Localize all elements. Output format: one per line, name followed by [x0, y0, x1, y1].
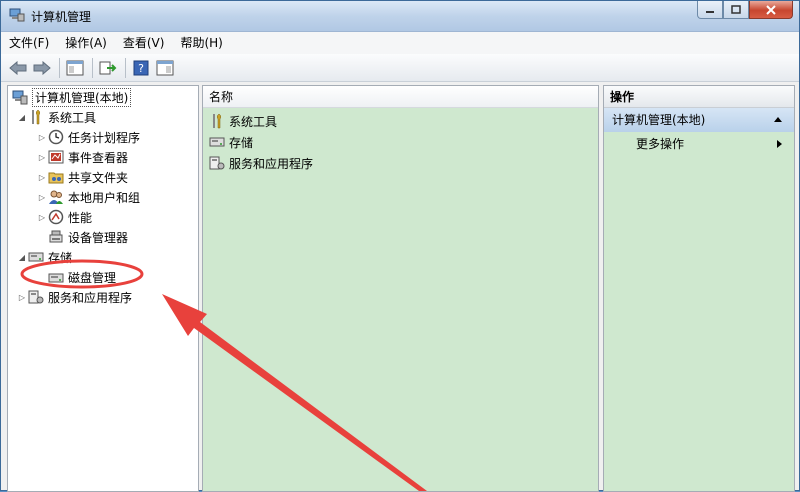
expanded-triangle-icon[interactable]: ◢ [16, 113, 28, 122]
tree-item-label: 共享文件夹 [68, 170, 129, 185]
tree-item-device-manager[interactable]: 设备管理器 [36, 227, 128, 247]
list-item-label: 服务和应用程序 [229, 156, 314, 171]
tree-item-system-tools[interactable]: ◢ 系统工具 [16, 107, 96, 127]
actions-section-label: 计算机管理(本地) [612, 113, 706, 127]
shared-folder-icon [48, 172, 64, 184]
clock-icon [48, 129, 64, 145]
results-pane[interactable]: 名称 系统工具 存储 服务和应用程序 [202, 85, 599, 492]
list-item[interactable]: 服务和应用程序 [209, 153, 313, 173]
storage-icon [28, 252, 44, 262]
services-icon [28, 290, 44, 304]
show-hide-tree-button[interactable] [64, 57, 86, 79]
menu-bar: 文件(F) 操作(A) 查看(V) 帮助(H) [1, 32, 799, 54]
services-icon [209, 156, 225, 170]
tree-root[interactable]: 计算机管理(本地) [12, 87, 132, 107]
tree-item-task-scheduler[interactable]: ▷ 任务计划程序 [36, 127, 140, 147]
performance-icon [48, 209, 64, 225]
help-button[interactable]: ? [130, 57, 152, 79]
menu-action[interactable]: 操作(A) [57, 32, 115, 54]
toolbar: ? [1, 54, 799, 82]
tree-item-performance[interactable]: ▷ 性能 [36, 207, 92, 227]
close-icon [766, 4, 776, 15]
export-icon [99, 61, 117, 74]
tree-item-label: 性能 [68, 210, 93, 225]
list-item-label: 存储 [229, 135, 254, 150]
window-title: 计算机管理 [31, 10, 92, 24]
tree-item-label: 本地用户和组 [68, 190, 141, 205]
back-button[interactable] [7, 57, 29, 79]
tools-icon [213, 113, 222, 129]
tree-item-label: 磁盘管理 [68, 270, 117, 285]
list-item-label: 系统工具 [229, 114, 278, 129]
tree-root-label: 计算机管理(本地) [32, 87, 132, 107]
tree-item-label: 存储 [48, 250, 73, 265]
users-icon [49, 190, 63, 204]
actions-header: 操作 [604, 86, 794, 108]
tree-item-storage[interactable]: ◢ 存储 [16, 247, 72, 267]
tree-item-event-viewer[interactable]: ▷ 事件查看器 [36, 147, 128, 167]
svg-text:?: ? [138, 62, 144, 75]
tree-item-disk-management[interactable]: 磁盘管理 [36, 267, 116, 287]
collapsed-triangle-icon[interactable]: ▷ [36, 173, 48, 182]
tree-item-shared-folders[interactable]: ▷ 共享文件夹 [36, 167, 128, 187]
column-header-name[interactable]: 名称 [203, 86, 598, 108]
list-item[interactable]: 系统工具 [209, 111, 277, 131]
tree-item-label: 设备管理器 [68, 230, 129, 245]
computer-management-icon [12, 90, 28, 105]
forward-button[interactable] [31, 57, 53, 79]
storage-icon [209, 137, 225, 147]
toolbar-separator [59, 57, 60, 78]
tree-item-services-applications[interactable]: ▷ 服务和应用程序 [16, 287, 132, 307]
maximize-button[interactable] [723, 1, 749, 19]
title-bar[interactable]: 计算机管理 [1, 1, 799, 32]
collapse-up-icon[interactable] [774, 117, 782, 122]
event-viewer-icon [48, 150, 64, 164]
more-actions-item[interactable]: 更多操作 [636, 134, 684, 154]
help-icon: ? [133, 60, 149, 75]
collapsed-triangle-icon[interactable]: ▷ [36, 133, 48, 142]
tree-item-label: 服务和应用程序 [48, 290, 133, 305]
forward-arrow-icon [33, 60, 51, 75]
minimize-button[interactable] [697, 1, 723, 19]
export-list-button[interactable] [97, 57, 119, 79]
back-arrow-icon [9, 60, 27, 75]
menu-file[interactable]: 文件(F) [1, 32, 57, 54]
toolbar-separator [92, 57, 93, 78]
actions-pane: 操作 计算机管理(本地) 更多操作 [603, 85, 795, 492]
show-hide-action-pane-button[interactable] [154, 57, 176, 79]
action-pane-icon [156, 60, 174, 75]
close-button[interactable] [749, 1, 793, 19]
console-tree-pane[interactable]: 计算机管理(本地) ◢ 系统工具 ▷ 任务计划程序 ▷ 事件查看器 ▷ 共享文件… [7, 85, 199, 492]
tools-icon [32, 109, 41, 125]
disk-management-icon [48, 273, 64, 283]
console-tree-icon [66, 60, 84, 75]
actions-section-header[interactable]: 计算机管理(本地) [604, 108, 794, 132]
menu-view[interactable]: 查看(V) [115, 32, 173, 54]
collapsed-triangle-icon[interactable]: ▷ [36, 193, 48, 202]
tree-item-local-users-groups[interactable]: ▷ 本地用户和组 [36, 187, 140, 207]
expanded-triangle-icon[interactable]: ◢ [16, 253, 28, 262]
maximize-icon [731, 5, 741, 14]
menu-help[interactable]: 帮助(H) [172, 32, 230, 54]
tree-item-label: 任务计划程序 [68, 130, 141, 145]
computer-management-window: 计算机管理 文件(F) 操作(A) 查看(V) 帮助(H) ? 计算机管理(本地… [0, 0, 800, 492]
collapsed-triangle-icon[interactable]: ▷ [36, 213, 48, 222]
computer-management-icon [9, 8, 25, 22]
toolbar-separator [125, 57, 126, 78]
tree-item-label: 系统工具 [48, 110, 97, 125]
collapsed-triangle-icon[interactable]: ▷ [36, 153, 48, 162]
list-item[interactable]: 存储 [209, 132, 253, 152]
minimize-icon [706, 10, 714, 13]
device-manager-icon [49, 230, 63, 243]
tree-item-label: 事件查看器 [68, 150, 129, 165]
collapsed-triangle-icon[interactable]: ▷ [16, 293, 28, 302]
window-controls [697, 1, 793, 20]
submenu-arrow-icon[interactable] [777, 140, 782, 148]
